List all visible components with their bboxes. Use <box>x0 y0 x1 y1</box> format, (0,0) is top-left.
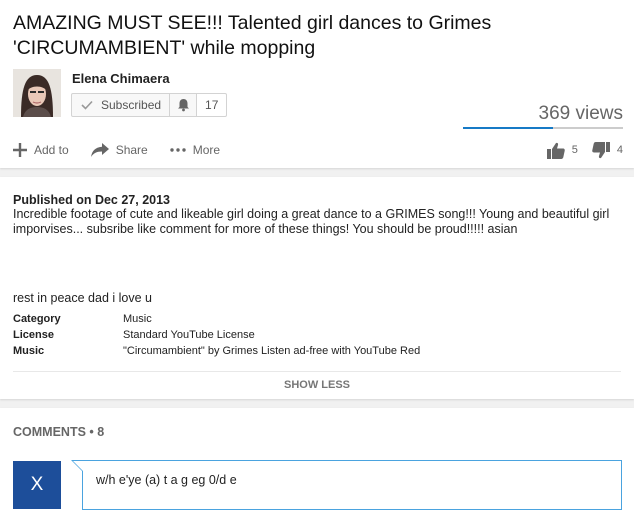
more-label: More <box>192 143 221 157</box>
share-label: Share <box>115 143 148 157</box>
comment-input[interactable]: w/h e'ye (a) t a g eg 0/d e <box>82 460 622 510</box>
add-to-button[interactable]: Add to <box>13 143 69 157</box>
bell-icon <box>177 99 189 112</box>
subscribed-button[interactable]: Subscribed <box>71 93 171 117</box>
plus-icon <box>13 143 27 157</box>
meta-value: Standard YouTube License <box>123 329 255 341</box>
more-dots-icon <box>170 148 186 152</box>
comment-box-notch-inner <box>73 461 83 471</box>
like-count: 5 <box>571 144 578 156</box>
meta-row-category: Category Music <box>13 313 152 325</box>
share-button[interactable]: Share <box>90 143 148 157</box>
meta-row-music: Music "Circumambient" by Grimes Listen a… <box>13 345 420 357</box>
description-text: Incredible footage of cute and likeable … <box>13 207 610 236</box>
published-date: Published on Dec 27, 2013 <box>13 193 171 207</box>
show-less-button[interactable]: SHOW LESS <box>0 379 634 391</box>
dislike-count: 4 <box>616 144 623 156</box>
user-avatar: X <box>13 461 61 509</box>
notification-bell-button[interactable] <box>170 93 198 117</box>
check-icon <box>81 100 93 110</box>
divider <box>13 371 621 372</box>
sentiment-bar <box>463 127 623 129</box>
share-arrow-icon <box>90 143 109 157</box>
more-button[interactable]: More <box>170 143 220 157</box>
meta-value[interactable]: "Circumambient" by Grimes Listen ad-free… <box>123 345 420 357</box>
view-count: 369 views <box>538 103 624 124</box>
channel-name[interactable]: Elena Chimaera <box>72 71 170 86</box>
like-button[interactable]: 5 <box>546 142 578 159</box>
dislike-button[interactable]: 4 <box>592 141 623 159</box>
add-to-label: Add to <box>34 143 69 157</box>
action-row: Add to Share More <box>13 140 242 160</box>
subscribed-label: Subscribed <box>101 98 162 112</box>
meta-label: Music <box>13 345 45 357</box>
comments-header: COMMENTS • 8 <box>13 425 105 439</box>
thumbs-up-icon <box>546 142 565 159</box>
video-title: AMAZING MUST SEE!!! Talented girl dances… <box>13 12 492 59</box>
thumbs-down-icon <box>592 141 610 158</box>
subscriber-count: 17 <box>197 93 228 117</box>
description-extra-line: rest in peace dad i love u <box>13 291 152 305</box>
sentiment-bar-fill <box>463 127 553 129</box>
meta-label: License <box>13 329 54 341</box>
meta-label: Category <box>13 313 61 325</box>
subscribe-group: Subscribed 17 <box>71 93 228 117</box>
like-dislike-row: 5 4 <box>546 140 623 160</box>
meta-row-license: License Standard YouTube License <box>13 329 255 341</box>
channel-avatar[interactable] <box>13 69 61 117</box>
meta-value[interactable]: Music <box>123 313 152 325</box>
